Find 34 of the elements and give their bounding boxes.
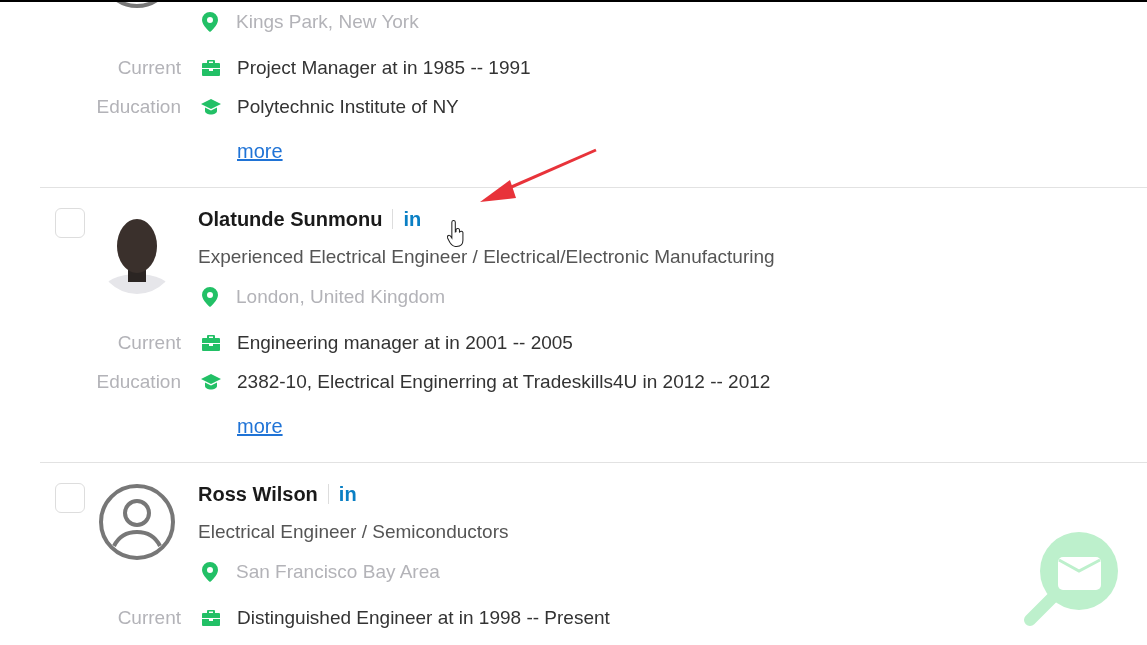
- location: London, United Kingdom: [236, 285, 446, 309]
- hand-cursor-icon: [447, 220, 465, 248]
- user-placeholder-icon: [98, 483, 176, 561]
- headline: Electrical Engineer / Semiconductors: [198, 520, 509, 544]
- detail-text: Distinguished Engineer at in 1998 -- Present: [237, 606, 610, 630]
- detail-label: Current: [116, 606, 181, 630]
- briefcase-icon: [201, 60, 220, 76]
- briefcase-icon: [201, 610, 220, 626]
- location-pin-icon: [202, 287, 218, 307]
- detail-label: Education: [95, 95, 181, 119]
- detail-label: Current: [116, 331, 181, 355]
- select-checkbox[interactable]: [55, 483, 85, 513]
- select-checkbox[interactable]: [55, 208, 85, 238]
- profile-name: Olatunde Sunmonu: [198, 207, 383, 231]
- detail-text: Engineering manager at in 2001 -- 2005: [237, 331, 573, 355]
- more-link[interactable]: more: [237, 414, 283, 438]
- detail-text: Polytechnic Institute of NY: [237, 95, 459, 119]
- linkedin-link[interactable]: in: [338, 482, 357, 506]
- location-pin-icon: [202, 12, 218, 32]
- profile-name: Ross Wilson: [198, 482, 318, 506]
- headline: Experienced Electrical Engineer / Electrical/Electronic Manufacturing: [198, 245, 775, 269]
- briefcase-icon: [201, 335, 220, 351]
- email-search-icon[interactable]: [1022, 530, 1120, 628]
- graduation-cap-icon: [200, 374, 221, 390]
- location: San Francisco Bay Area: [236, 560, 440, 584]
- detail-label: Education: [95, 370, 181, 394]
- more-link[interactable]: more: [237, 139, 283, 163]
- location: Kings Park, New York: [236, 10, 419, 34]
- linkedin-link[interactable]: in: [403, 207, 422, 231]
- detail-label: Current: [116, 56, 181, 80]
- detail-text: 2382-10, Electrical Enginerring at Tradeskills4U in 2012 -- 2012: [237, 370, 771, 394]
- graduation-cap-icon: [200, 99, 221, 115]
- location-pin-icon: [202, 562, 218, 582]
- detail-text: Project Manager at in 1985 -- 1991: [237, 56, 531, 80]
